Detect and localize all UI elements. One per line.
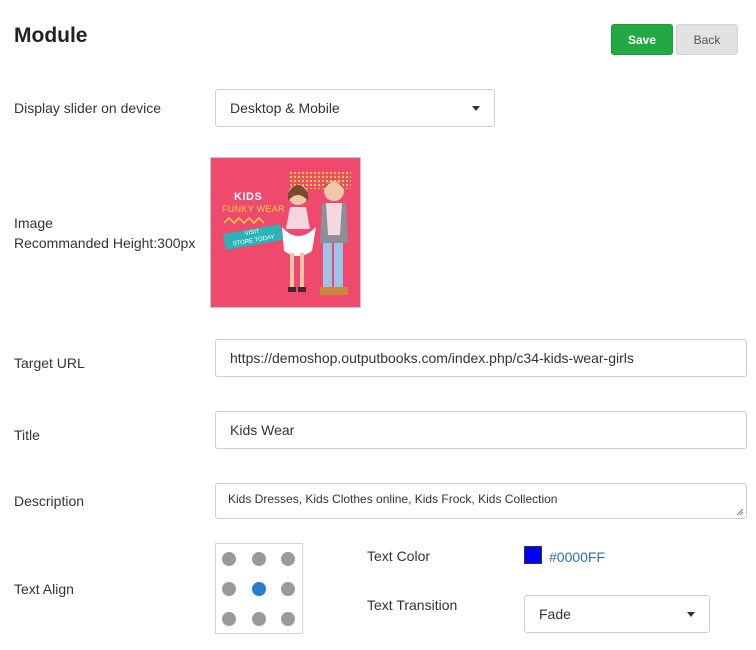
text-color-label: Text Color bbox=[367, 548, 431, 564]
banner-kids-text: KIDS bbox=[234, 191, 263, 203]
description-value: Kids Dresses, Kids Clothes online, Kids … bbox=[228, 492, 558, 506]
back-button[interactable]: Back bbox=[676, 24, 738, 55]
text-transition-label: Text Transition bbox=[367, 597, 458, 613]
title-label: Title bbox=[14, 427, 40, 443]
text-transition-select[interactable]: Fade bbox=[524, 595, 710, 633]
align-bottom-left[interactable] bbox=[222, 612, 236, 626]
image-label: Image Recommanded Height:300px bbox=[14, 213, 195, 253]
title-value: Kids Wear bbox=[230, 422, 295, 438]
text-align-label: Text Align bbox=[14, 581, 74, 597]
title-input[interactable]: Kids Wear bbox=[215, 411, 747, 449]
save-button[interactable]: Save bbox=[611, 24, 673, 55]
align-middle-right[interactable] bbox=[281, 582, 295, 596]
align-middle-left[interactable] bbox=[222, 582, 236, 596]
align-top-left[interactable] bbox=[222, 552, 236, 566]
target-url-label: Target URL bbox=[14, 355, 85, 371]
align-middle-center[interactable] bbox=[252, 582, 266, 596]
image-label-title: Image bbox=[14, 215, 53, 231]
align-top-center[interactable] bbox=[252, 552, 266, 566]
text-color-value[interactable]: #0000FF bbox=[549, 549, 605, 565]
image-label-hint: Recommanded Height:300px bbox=[14, 235, 196, 251]
device-select-value: Desktop & Mobile bbox=[230, 100, 340, 116]
description-textarea[interactable]: Kids Dresses, Kids Clothes online, Kids … bbox=[215, 483, 747, 519]
align-bottom-center[interactable] bbox=[252, 612, 266, 626]
children-figures-icon bbox=[282, 181, 348, 295]
text-transition-value: Fade bbox=[539, 606, 571, 622]
banner-visit-tag: VISIT STORE TODAY bbox=[223, 224, 283, 250]
page-title: Module bbox=[14, 24, 88, 47]
align-bottom-right[interactable] bbox=[281, 612, 295, 626]
chevron-down-icon bbox=[472, 106, 480, 111]
resize-grip-icon[interactable] bbox=[736, 508, 744, 516]
target-url-value: https://demoshop.outputbooks.com/index.p… bbox=[230, 350, 634, 366]
text-color-swatch[interactable] bbox=[524, 546, 542, 564]
device-label: Display slider on device bbox=[14, 100, 162, 116]
device-select[interactable]: Desktop & Mobile bbox=[215, 89, 495, 127]
banner-image[interactable]: KIDS FUNKY WEAR VISIT STORE TODAY bbox=[210, 157, 361, 308]
description-label: Description bbox=[14, 493, 85, 509]
target-url-input[interactable]: https://demoshop.outputbooks.com/index.p… bbox=[215, 339, 747, 377]
banner-zigzag-icon bbox=[224, 217, 264, 225]
align-top-right[interactable] bbox=[281, 552, 295, 566]
text-align-grid bbox=[215, 543, 303, 634]
chevron-down-icon bbox=[687, 612, 695, 617]
banner-artwork: KIDS FUNKY WEAR VISIT STORE TODAY bbox=[214, 161, 357, 304]
